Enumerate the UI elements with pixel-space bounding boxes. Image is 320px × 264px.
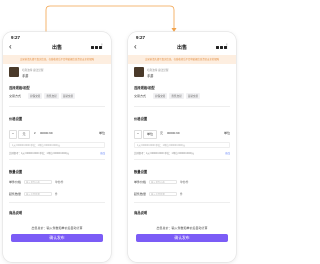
currency-symbol: ¥ xyxy=(34,131,36,135)
status-icons xyxy=(90,36,104,49)
trade-mode-label: 交易方式 xyxy=(9,94,22,98)
section-quantity: 数量设置 xyxy=(134,170,148,174)
ratio-reference-text: 比例参考：1元=00000.0000 单位；1单位=00000.0000元 xyxy=(9,152,70,155)
min-qty-suffix: 件 xyxy=(55,193,58,196)
confirm-publish-button[interactable]: 确认发布 xyxy=(136,234,228,242)
unit-price-field: 单件价格 输入单件价格 单位/件 xyxy=(134,179,230,184)
ratio-hint-input[interactable]: 1元=00000.0000 单位；1单位=00000.0000元 xyxy=(9,142,105,148)
divider xyxy=(9,106,105,107)
status-icons xyxy=(215,36,229,49)
total-price-text: 出售总价：输入件数和单价后自动计算 xyxy=(31,226,83,230)
divider xyxy=(9,202,105,203)
chip-consign[interactable]: 寄售交易 xyxy=(44,93,59,99)
status-time: 9:27 xyxy=(136,35,146,40)
product-thumbnail xyxy=(134,67,144,77)
min-qty-field: 起售数量 输入出售数量 件 xyxy=(9,191,105,196)
unit-label: 单位 xyxy=(223,131,230,135)
ratio-reference-text: 比例参考：1元=00000.0000 单位；1单位=00000.0000元 xyxy=(134,152,195,155)
divider xyxy=(9,159,105,160)
price-row: − 元 ¥ 00000.99 单位 xyxy=(9,128,105,139)
section-description: 商品说明 xyxy=(134,211,148,215)
chip-self[interactable]: 自助交易 xyxy=(60,93,76,99)
unit-select[interactable]: 单位 xyxy=(143,130,157,139)
unit-price-input[interactable]: 输入单件价格 xyxy=(149,179,177,184)
divider xyxy=(134,159,230,160)
product-name: 哈利波特 魔法觉醒 xyxy=(147,69,169,72)
min-qty-suffix: 件 xyxy=(180,193,183,196)
unit-price-input[interactable]: 输入单件价格 xyxy=(24,179,52,184)
page-title: 出售 xyxy=(176,45,187,51)
unit-price-suffix: 单位/件 xyxy=(55,181,64,184)
product-category: 手游 xyxy=(22,73,29,78)
nav-header: ‹ 出售 ⋮ xyxy=(128,43,236,53)
price-row: − 单位 元 00000.99 单位 xyxy=(134,128,230,139)
page-title: 出售 xyxy=(51,45,62,51)
min-qty-input[interactable]: 输入出售数量 xyxy=(149,191,177,196)
confirm-publish-button[interactable]: 确认发布 xyxy=(11,234,103,242)
phone-screen-right: 9:27 ‹ 出售 ⋮ 交易前请先填写真实信息，在线收款后平台将依据信息资金安全… xyxy=(128,32,236,262)
ratio-hint-input[interactable]: 1元=00000.0000 单位；1单位=00000.0000元 xyxy=(134,142,230,148)
currency-symbol: 元 xyxy=(160,131,164,135)
section-spec: 选择规格/相型 xyxy=(9,86,30,90)
notice-banner: 交易前请先填写真实信息，在线收款后平台将依据信息资金安全的保障 xyxy=(128,55,236,64)
product-category: 手游 xyxy=(147,73,154,78)
phone-screen-left: 9:27 ‹ 出售 ⋮ 交易前请先填写真实信息，在线收款后平台将依据信息资金安全… xyxy=(3,32,111,262)
unit-label: 单位 xyxy=(98,131,105,135)
section-price: 价格设置 xyxy=(134,117,148,121)
unit-price-field: 单件价格 输入单件价格 单位/件 xyxy=(9,179,105,184)
product-card: 哈利波特 魔法觉醒 手游 xyxy=(9,67,105,79)
price-input[interactable]: 00000.99 xyxy=(40,131,53,135)
status-time: 9:27 xyxy=(11,35,21,40)
notice-banner: 交易前请先填写真实信息，在线收款后平台将依据信息资金安全的保障 xyxy=(3,55,111,64)
min-qty-input[interactable]: 输入出售数量 xyxy=(24,191,52,196)
ratio-reference: 比例参考：1元=00000.0000 单位；1单位=00000.0000元 修改 xyxy=(134,151,230,155)
product-name: 哈利波特 魔法觉醒 xyxy=(22,69,44,72)
trade-mode-label: 交易方式 xyxy=(134,94,147,98)
divider xyxy=(134,202,230,203)
minus-button[interactable]: − xyxy=(9,130,17,139)
section-price: 价格设置 xyxy=(9,117,23,121)
modify-link[interactable]: 修改 xyxy=(100,151,105,155)
minus-button[interactable]: − xyxy=(134,130,142,139)
modify-link[interactable]: 修改 xyxy=(225,151,230,155)
more-icon[interactable]: ⋮ xyxy=(224,43,230,51)
min-qty-label: 起售数量 xyxy=(9,192,22,196)
chip-escrow[interactable]: 担保交易 xyxy=(28,93,43,99)
section-quantity: 数量设置 xyxy=(9,170,23,174)
nav-header: ‹ 出售 ⋮ xyxy=(3,43,111,53)
min-qty-label: 起售数量 xyxy=(134,192,147,196)
ratio-reference: 比例参考：1元=00000.0000 单位；1单位=00000.0000元 修改 xyxy=(9,151,105,155)
price-input[interactable]: 00000.99 xyxy=(167,131,180,135)
section-spec: 选择规格/相型 xyxy=(134,86,155,90)
unit-select[interactable]: 元 xyxy=(18,130,30,139)
chip-self[interactable]: 自助交易 xyxy=(185,93,201,99)
total-price-text: 出售总价：输入件数和单价后自动计算 xyxy=(156,226,208,230)
product-card: 哈利波特 魔法觉醒 手游 xyxy=(134,67,230,79)
more-icon[interactable]: ⋮ xyxy=(99,43,105,51)
unit-price-suffix: 单位/件 xyxy=(180,181,189,184)
chip-escrow[interactable]: 担保交易 xyxy=(153,93,168,99)
chip-consign[interactable]: 寄售交易 xyxy=(169,93,184,99)
section-description: 商品说明 xyxy=(9,211,23,215)
product-thumbnail xyxy=(9,67,19,77)
unit-price-label: 单件价格 xyxy=(134,180,147,184)
min-qty-field: 起售数量 输入出售数量 件 xyxy=(134,191,230,196)
unit-price-label: 单件价格 xyxy=(9,180,22,184)
divider xyxy=(134,106,230,107)
